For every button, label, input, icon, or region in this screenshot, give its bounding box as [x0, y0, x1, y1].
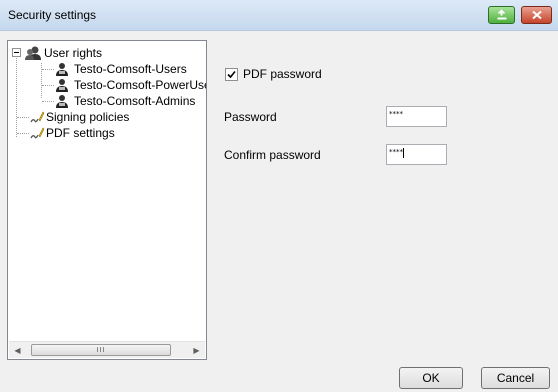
help-button[interactable]: [488, 6, 515, 24]
tree-item-label: Testo-Comsoft-PowerUser: [74, 78, 207, 92]
title-bar: Security settings: [0, 0, 558, 31]
tree-horizontal-scrollbar[interactable]: ◀ III ▶: [9, 341, 205, 358]
confirm-password-label: Confirm password: [224, 148, 321, 162]
tree-connector: [42, 85, 54, 86]
cancel-button[interactable]: Cancel: [481, 367, 550, 389]
password-label: Password: [224, 110, 277, 124]
close-icon: [531, 10, 542, 20]
close-button[interactable]: [521, 6, 552, 24]
user-icon: [56, 63, 68, 76]
user-group-icon: [25, 46, 41, 60]
window-title: Security settings: [8, 8, 97, 22]
tree-connector: [42, 69, 54, 70]
text-caret: [403, 148, 404, 158]
signing-pen-icon: [30, 127, 44, 139]
user-icon: [56, 95, 68, 108]
scroll-right-icon[interactable]: ▶: [188, 342, 205, 358]
tree-connector: [17, 133, 29, 134]
settings-tree[interactable]: User rights Testo-Comsoft-Users Testo-Co…: [7, 40, 207, 360]
scroll-left-icon[interactable]: ◀: [9, 342, 26, 358]
password-field[interactable]: ****: [386, 106, 447, 127]
tree-item-label: Testo-Comsoft-Admins: [74, 94, 196, 108]
checkmark-icon: [227, 70, 236, 79]
tree-connector: [42, 101, 54, 102]
scroll-thumb[interactable]: III: [31, 344, 171, 356]
help-icon: [497, 9, 506, 20]
ok-button[interactable]: OK: [399, 367, 463, 389]
password-value: ****: [389, 110, 403, 118]
pdf-password-label: PDF password: [243, 67, 322, 81]
collapse-toggle[interactable]: [12, 48, 21, 57]
pdf-password-checkbox[interactable]: [225, 68, 238, 81]
signing-pen-icon: [30, 111, 44, 123]
confirm-password-field[interactable]: ****: [386, 144, 447, 165]
tree-item-label: PDF settings: [46, 126, 115, 140]
user-icon: [56, 79, 68, 92]
tree-connector: [16, 55, 17, 137]
tree-item-label: User rights: [44, 46, 103, 60]
tree-item-label: Testo-Comsoft-Users: [74, 62, 187, 76]
tree-connector: [17, 117, 29, 118]
confirm-password-value: ****: [389, 148, 403, 156]
tree-item-label: Signing policies: [46, 110, 130, 124]
